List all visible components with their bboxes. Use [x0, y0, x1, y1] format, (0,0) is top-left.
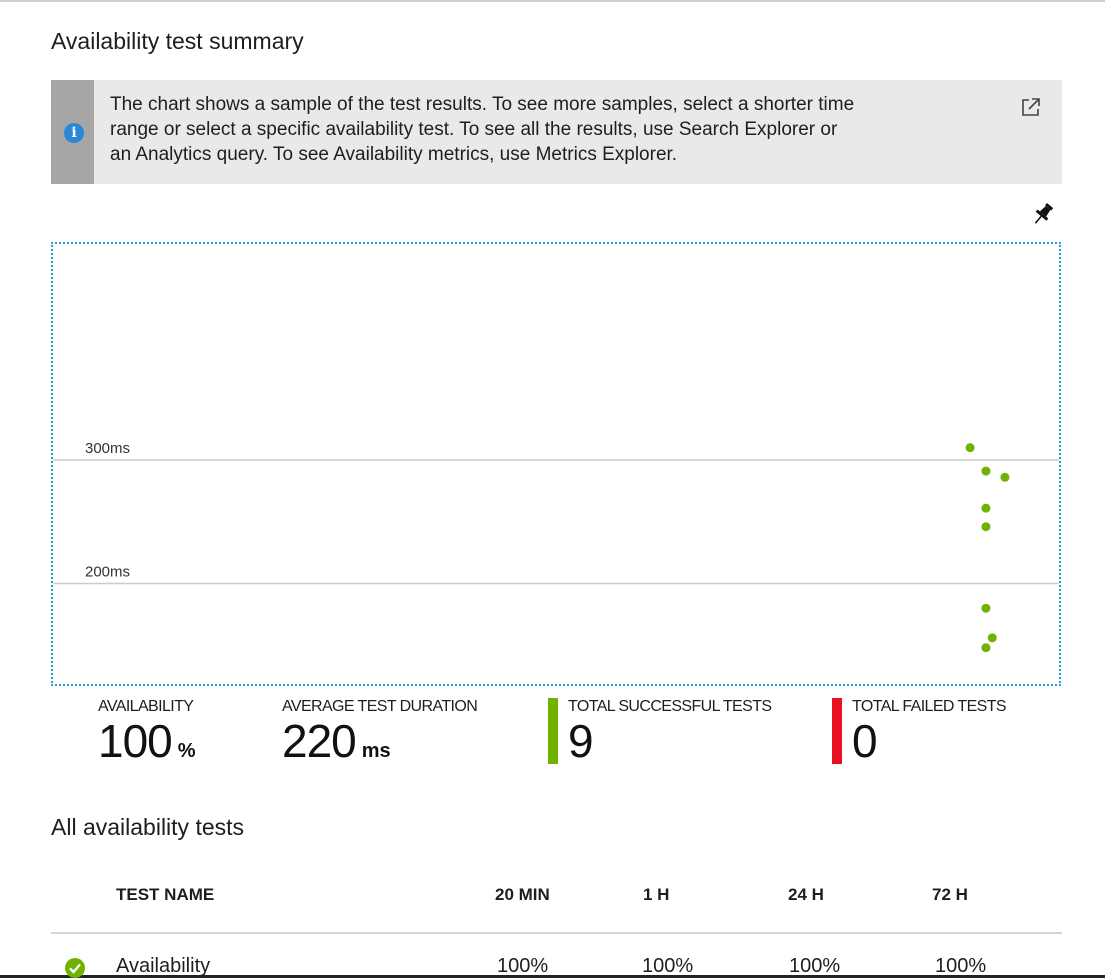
failed-indicator-bar	[832, 698, 842, 764]
metric-value: 220 ms	[282, 718, 477, 774]
metric-label: AVAILABILITY	[98, 698, 194, 715]
value-24-h-cell: 100%	[789, 955, 841, 977]
value-20-min-cell: 100%	[497, 955, 549, 977]
column-header-1-h[interactable]: 1 H	[643, 885, 669, 905]
data-point	[981, 522, 991, 532]
metric-availability: AVAILABILITY 100%	[98, 698, 196, 774]
availability-blade: Availability test summary i The chart sh…	[0, 0, 1105, 978]
data-point	[1000, 472, 1010, 482]
y-tick-label: 200ms	[85, 564, 130, 581]
success-indicator-bar	[548, 698, 558, 764]
metric-label: TOTAL SUCCESSFUL TESTS	[568, 698, 772, 715]
data-point	[981, 503, 991, 513]
chart-canvas: 100ms200ms300ms5 PM5:30 PM6 PM6:30 PM7 P…	[53, 440, 1059, 653]
data-point	[987, 633, 997, 643]
pin-icon[interactable]	[1030, 201, 1056, 227]
metric-successful-tests: TOTAL SUCCESSFUL TESTS 9	[548, 698, 772, 767]
column-header-test-name[interactable]: TEST NAME	[116, 885, 214, 905]
data-point	[965, 443, 975, 453]
avg-duration-value: 220	[282, 715, 357, 767]
metric-failed-tests: TOTAL FAILED TESTS 0	[832, 698, 1007, 767]
value-72-h-cell: 100%	[935, 955, 987, 977]
avg-duration-unit: ms	[361, 740, 391, 762]
data-point	[981, 603, 991, 613]
info-banner-line: an Analytics query. To see Availability …	[110, 144, 678, 165]
availability-value: 100	[98, 715, 173, 767]
info-icon: i	[64, 123, 84, 143]
value-1-h-cell: 100%	[642, 955, 694, 977]
section-title-summary: Availability test summary	[51, 28, 304, 54]
section-title-all-tests: All availability tests	[51, 814, 245, 840]
column-header-72-h[interactable]: 72 H	[932, 885, 968, 905]
metric-value: 100%	[98, 718, 196, 774]
metric-label: TOTAL FAILED TESTS	[852, 698, 1007, 715]
column-header-20-min[interactable]: 20 MIN	[495, 885, 550, 905]
availability-scatter-chart[interactable]: 100ms200ms300ms5 PM5:30 PM6 PM6:30 PM7 P…	[51, 242, 1061, 686]
y-tick-label: 300ms	[85, 440, 130, 457]
test-name-cell[interactable]: Availability	[116, 955, 210, 978]
failed-tests-value: 0	[852, 715, 878, 767]
external-link-icon[interactable]	[1020, 96, 1042, 118]
metric-average-duration: AVERAGE TEST DURATION 220 ms	[282, 698, 478, 774]
data-point	[981, 466, 991, 476]
column-header-24-h[interactable]: 24 H	[788, 885, 824, 905]
table-divider	[51, 932, 1062, 934]
info-banner-line: range or select a specific availability …	[110, 119, 838, 140]
metric-label: AVERAGE TEST DURATION	[282, 698, 478, 715]
availability-unit: %	[177, 740, 196, 762]
data-point	[981, 643, 991, 653]
successful-tests-value: 9	[568, 715, 594, 767]
check-circle-icon	[65, 958, 85, 978]
info-banner-line: The chart shows a sample of the test res…	[110, 94, 855, 115]
info-banner-text: The chart shows a sample of the test res…	[110, 92, 990, 167]
